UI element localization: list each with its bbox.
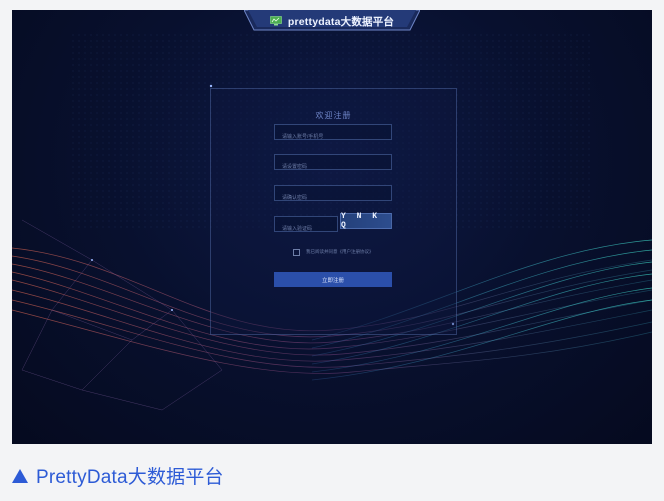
captcha-input[interactable]: [275, 222, 337, 236]
app-title: prettydata大数据平台: [287, 15, 395, 28]
username-field: [274, 124, 392, 144]
password-input[interactable]: [275, 160, 391, 174]
register-button[interactable]: 立即注册: [274, 272, 392, 287]
password-field: [274, 154, 392, 174]
confirm-password-input[interactable]: [275, 191, 391, 205]
agreement-checkbox[interactable]: [293, 248, 300, 256]
confirm-password-field: [274, 185, 392, 205]
captcha-image[interactable]: Y N K Q: [340, 212, 392, 230]
agreement-row: 我已阅读并同意《用户注册协议》: [293, 247, 374, 257]
agreement-text[interactable]: 我已阅读并同意《用户注册协议》: [306, 249, 374, 255]
caption: PrettyData大数据平台: [12, 462, 224, 489]
header-banner: prettydata大数据平台: [244, 10, 420, 32]
username-input[interactable]: [275, 130, 391, 144]
monitor-chart-icon: [270, 16, 282, 26]
register-screen: prettydata大数据平台 欢迎注册 我已阅读并同意《用户注册协议》 立即注…: [12, 10, 652, 444]
captcha-field: [274, 216, 338, 236]
caption-text: PrettyData大数据平台: [36, 467, 224, 488]
register-panel: 欢迎注册 我已阅读并同意《用户注册协议》 立即注册: [210, 88, 457, 335]
triangle-up-icon: [12, 468, 28, 483]
form-title: 欢迎注册: [315, 111, 352, 120]
